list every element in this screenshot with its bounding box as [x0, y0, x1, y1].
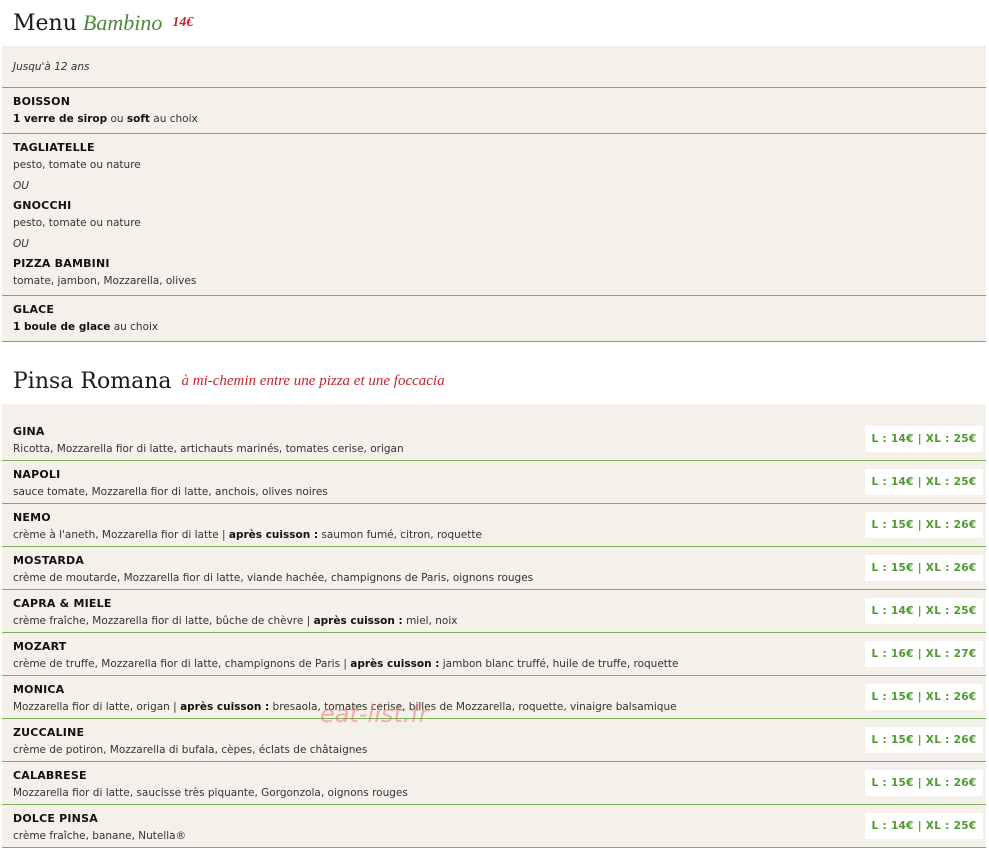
pinsa-item: MOZART crème de truffe, Mozzarella fior … [2, 633, 986, 676]
item-title: GNOCCHI [13, 199, 72, 212]
pinsa-name: NAPOLI [13, 468, 61, 481]
section-title: Menu [13, 10, 77, 36]
section-tagline: à mi-chemin entre une pizza et une focca… [181, 372, 445, 389]
pinsa-name: CALABRESE [13, 769, 87, 782]
pinsa-desc: crème fraîche, Mozzarella fior di latte,… [13, 615, 458, 627]
item-title: PIZZA BAMBINI [13, 257, 110, 270]
price-badge: L : 15€ | XL : 26€ [865, 684, 983, 710]
item-title: BOISSON [13, 95, 71, 108]
pinsa-item: NAPOLI sauce tomate, Mozzarella fior di … [2, 461, 986, 504]
section-title: Pinsa Romana [13, 368, 172, 394]
item-title: TAGLIATELLE [13, 141, 95, 154]
pinsa-desc: Mozzarella fior di latte, saucisse très … [13, 787, 408, 799]
or-separator: OU [13, 238, 29, 250]
price-badge: L : 15€ | XL : 26€ [865, 727, 983, 753]
pinsa-name: ZUCCALINE [13, 726, 85, 739]
pinsa-item: CAPRA & MIELE crème fraîche, Mozzarella … [2, 590, 986, 633]
pinsa-name: MOZART [13, 640, 67, 653]
pinsa-item: NEMO crème à l'aneth, Mozzarella fior di… [2, 504, 986, 547]
pinsa-name: NEMO [13, 511, 51, 524]
boisson-block: BOISSON 1 verre de sirop ou soft au choi… [2, 88, 986, 134]
age-note: Jusqu'à 12 ans [2, 46, 986, 88]
menu-bambino-body: Jusqu'à 12 ans BOISSON 1 verre de sirop … [2, 46, 986, 342]
pinsa-desc: crème de potiron, Mozzarella di bufala, … [13, 744, 368, 756]
menu-bambino-header: Menu Bambino 14€ [2, 0, 986, 46]
price-badge: L : 14€ | XL : 25€ [865, 813, 983, 839]
glace-block: GLACE 1 boule de glace au choix [2, 296, 986, 342]
pinsa-item: DOLCE PINSA crème fraîche, banane, Nutel… [2, 805, 986, 848]
pinsa-name: CAPRA & MIELE [13, 597, 112, 610]
price-badge: L : 14€ | XL : 25€ [865, 426, 983, 452]
pinsa-item: CALABRESE Mozzarella fior di latte, sauc… [2, 762, 986, 805]
pinsa-desc: sauce tomate, Mozzarella fior di latte, … [13, 486, 328, 498]
pinsa-desc: crème de moutarde, Mozzarella fior di la… [13, 572, 534, 584]
pinsa-item: MONICA Mozzarella fior di latte, origan … [2, 676, 986, 719]
item-desc: pesto, tomate ou nature [13, 159, 141, 171]
price-badge: L : 14€ | XL : 25€ [865, 598, 983, 624]
pinsa-item: MOSTARDA crème de moutarde, Mozzarella f… [2, 547, 986, 590]
price-badge: L : 16€ | XL : 27€ [865, 641, 983, 667]
price-badge: L : 15€ | XL : 26€ [865, 512, 983, 538]
item-desc: pesto, tomate ou nature [13, 217, 141, 229]
section-price: 14€ [172, 15, 194, 30]
pinsa-name: MONICA [13, 683, 65, 696]
plat-block: TAGLIATELLE pesto, tomate ou nature OU G… [2, 134, 986, 296]
item-desc: tomate, jambon, Mozzarella, olives [13, 275, 197, 287]
pinsa-desc: crème fraîche, banane, Nutella® [13, 830, 187, 842]
section-title-em: Bambino [82, 10, 163, 35]
pinsa-list: GINA Ricotta, Mozzarella fior di latte, … [2, 404, 986, 848]
price-badge: L : 15€ | XL : 26€ [865, 555, 983, 581]
or-separator: OU [13, 180, 29, 192]
pinsa-romana-section: Pinsa Romana à mi-chemin entre une pizza… [2, 358, 986, 848]
pinsa-romana-header: Pinsa Romana à mi-chemin entre une pizza… [2, 358, 986, 404]
pinsa-name: MOSTARDA [13, 554, 85, 567]
pinsa-name: GINA [13, 425, 45, 438]
pinsa-desc: crème à l'aneth, Mozzarella fior di latt… [13, 529, 482, 541]
pinsa-desc: Ricotta, Mozzarella fior di latte, artic… [13, 443, 404, 455]
item-desc: 1 boule de glace au choix [13, 321, 159, 333]
pinsa-item: ZUCCALINE crème de potiron, Mozzarella d… [2, 719, 986, 762]
menu-bambino-section: Menu Bambino 14€ Jusqu'à 12 ans BOISSON … [2, 0, 986, 342]
item-desc: 1 verre de sirop ou soft au choix [13, 113, 198, 125]
pinsa-name: DOLCE PINSA [13, 812, 98, 825]
item-title: GLACE [13, 303, 55, 316]
pinsa-desc: Mozzarella fior di latte, origan | après… [13, 701, 677, 713]
price-badge: L : 14€ | XL : 25€ [865, 469, 983, 495]
pinsa-desc: crème de truffe, Mozzarella fior di latt… [13, 658, 679, 670]
price-badge: L : 15€ | XL : 26€ [865, 770, 983, 796]
pinsa-item: GINA Ricotta, Mozzarella fior di latte, … [2, 418, 986, 461]
